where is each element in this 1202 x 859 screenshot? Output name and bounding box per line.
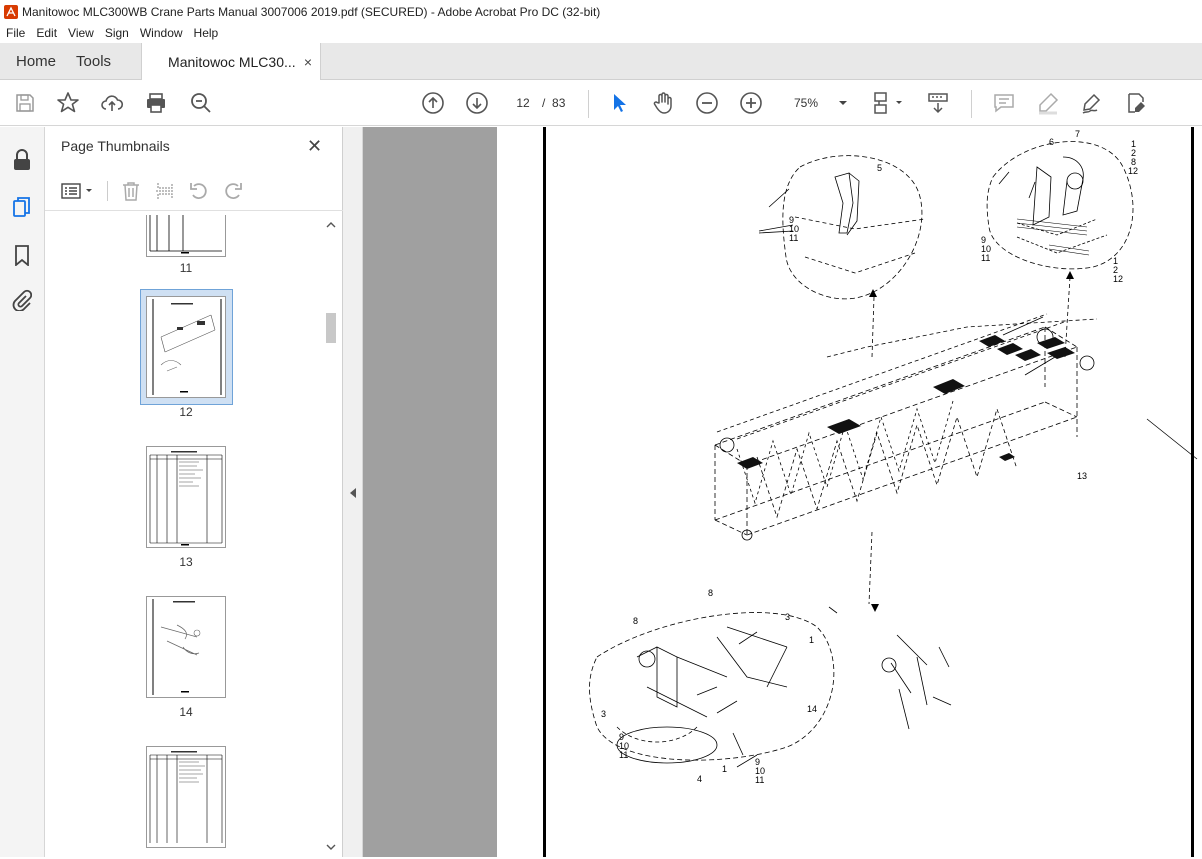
draw-signature-icon[interactable] [1080,91,1104,115]
menu-window[interactable]: Window [134,26,188,40]
crane-boom-drawing: 5 9 10 11 6 7 1 2 8 12 9 10 11 1 2 12 13… [589,129,1198,785]
zoom-in-icon[interactable] [739,91,763,115]
callout-label: 5 [877,163,882,173]
toolbar-divider [588,90,589,118]
toolbar [0,80,1202,126]
zoom-out-icon[interactable] [695,91,719,115]
callout-label: 11 [755,775,764,785]
chevron-down-icon [839,101,847,105]
menu-edit[interactable]: Edit [30,26,62,40]
attachment-paperclip-icon[interactable] [10,288,34,312]
toolbar-divider [971,90,972,118]
page-separator: / [542,96,546,110]
page-thumbnails-icon[interactable] [10,195,34,219]
zoom-level-value: 75% [794,96,819,110]
panel-title: Page Thumbnails [61,138,170,154]
panel-collapse-strip[interactable] [343,127,363,857]
thumbnail-label: 12 [179,405,193,419]
previous-page-icon[interactable] [421,91,445,115]
thumbnail-label: 14 [179,705,193,719]
acrobat-app-icon [4,4,18,19]
hand-tool-icon[interactable] [651,91,675,115]
callout-label: 4 [697,774,702,784]
comment-icon[interactable] [992,91,1016,115]
rotate-clockwise-icon[interactable] [221,179,245,203]
callout-label: 14 [807,704,817,714]
callout-label: 13 [1077,471,1087,481]
page-number-input[interactable] [507,91,539,115]
pdf-page: 5 9 10 11 6 7 1 2 8 12 9 10 11 1 2 12 13… [497,127,1202,857]
callout-label: 8 [633,616,638,626]
thumbnail-tools [45,171,343,211]
callout-label: 3 [601,709,606,719]
upload-cloud-icon[interactable] [100,91,124,115]
next-page-icon[interactable] [465,91,489,115]
callout-label: 1 [722,764,727,774]
select-cursor-icon[interactable] [607,91,631,115]
page-count: / 83 [542,96,565,110]
zoom-level-dropdown[interactable]: 75% [786,91,848,115]
highlight-pen-icon[interactable] [1036,91,1060,115]
collapse-arrow-icon[interactable] [349,487,357,499]
star-icon[interactable] [56,91,80,115]
tab-document-label: Manitowoc MLC30... [168,53,296,70]
thumbnail-label: 13 [179,555,193,569]
close-panel-icon[interactable]: ✕ [307,136,322,157]
callout-label: 11 [789,233,798,243]
bookmark-icon[interactable] [10,243,34,267]
callout-label: 12 [1113,274,1123,284]
thumbnail-page-11[interactable] [146,215,226,257]
menu-help[interactable]: Help [188,26,224,40]
tools-divider [107,181,108,201]
thumbnail-page-14[interactable] [146,596,226,698]
lock-icon[interactable] [10,148,34,172]
callout-label: 11 [619,750,628,760]
callout-label: 8 [708,588,713,598]
thumbnail-page-12[interactable] [146,296,226,398]
thumbnail-list: 11 12 13 14 [45,215,323,857]
callout-label: 1 [809,635,814,645]
title-bar: Manitowoc MLC300WB Crane Parts Manual 30… [0,0,1202,23]
callout-label: 11 [981,253,990,263]
page-thumbnails-panel: Page Thumbnails ✕ 11 12 13 14 [45,127,343,857]
thumbnail-page-15[interactable] [146,746,226,848]
scroll-mode-icon[interactable] [926,91,950,115]
zoom-search-icon[interactable] [189,91,213,115]
thumbnails-scrollbar[interactable] [323,218,339,854]
menu-sign[interactable]: Sign [99,26,134,40]
tab-home[interactable]: Home [0,43,70,79]
menu-file[interactable]: File [0,26,30,40]
delete-page-icon[interactable] [119,179,143,203]
extract-page-icon[interactable] [153,179,177,203]
print-icon[interactable] [144,91,168,115]
menu-bar: File Edit View Sign Window Help [0,23,1202,43]
tab-tools[interactable]: Tools [70,43,125,79]
menu-view[interactable]: View [62,26,99,40]
tab-bar: Home Tools Manitowoc MLC30... × [0,43,1202,80]
navigation-pane-bar [0,127,45,857]
callout-label: 6 [1049,137,1054,147]
close-tab-icon[interactable]: × [304,54,312,70]
rotate-counterclockwise-icon[interactable] [187,179,211,203]
page-fit-icon[interactable] [871,91,905,115]
tab-document[interactable]: Manitowoc MLC30... × [141,43,322,80]
callout-label: 3 [785,612,790,622]
window-title: Manitowoc MLC300WB Crane Parts Manual 30… [22,4,601,19]
thumbnail-label: 11 [179,261,193,275]
thumbnail-page-13[interactable] [146,446,226,548]
options-menu-icon[interactable] [59,179,97,203]
save-icon[interactable] [13,91,37,115]
document-viewer[interactable]: 5 9 10 11 6 7 1 2 8 12 9 10 11 1 2 12 13… [363,127,1202,857]
total-pages: 83 [552,96,566,110]
fill-sign-icon[interactable] [1124,91,1148,115]
callout-label: 12 [1128,166,1138,176]
callout-label: 7 [1075,129,1080,139]
